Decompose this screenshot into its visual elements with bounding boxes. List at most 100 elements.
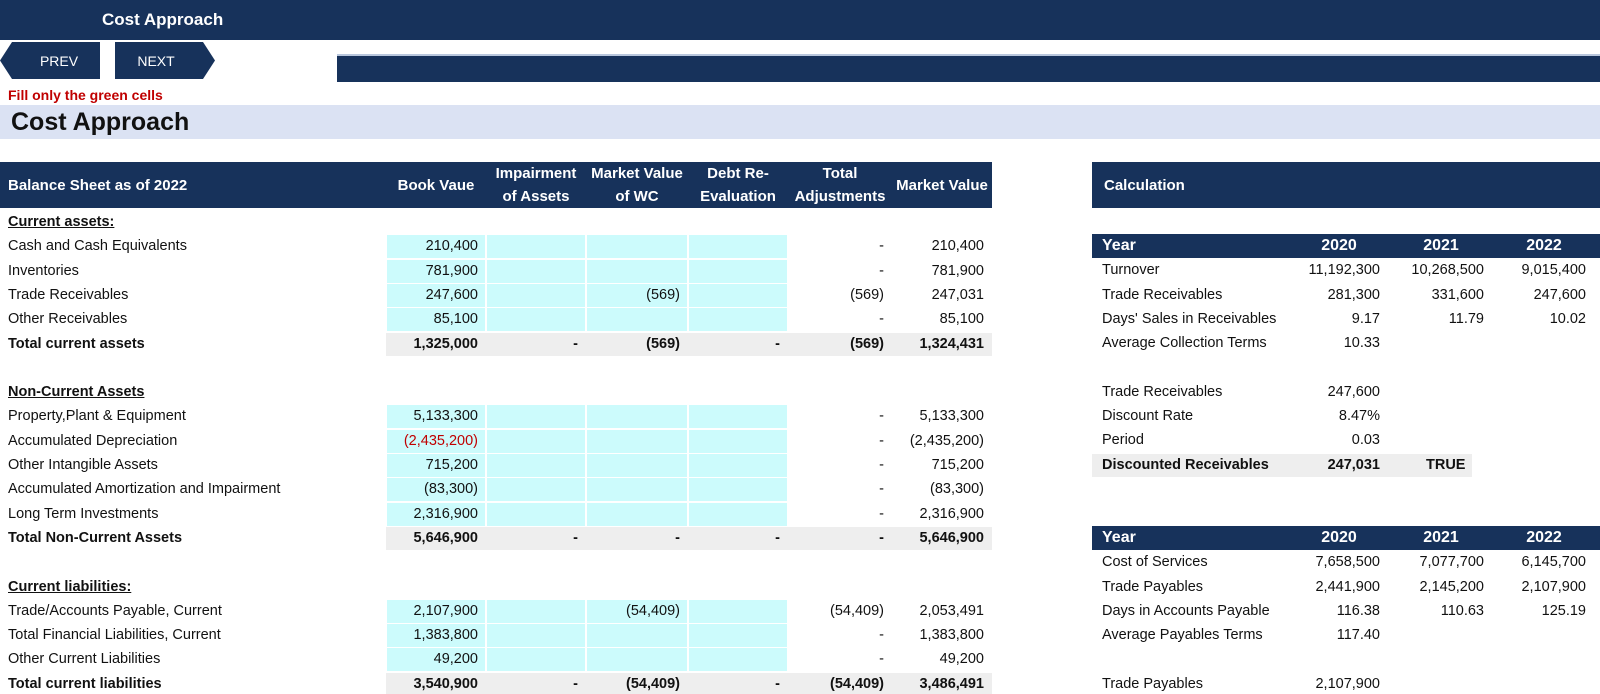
cell-book[interactable]: (83,300) bbox=[386, 477, 478, 501]
calc-title: Calculation bbox=[1104, 177, 1185, 194]
col-header-line: Evaluation bbox=[700, 188, 776, 205]
row-label: Other Receivables bbox=[8, 311, 128, 328]
input-cell-imp[interactable] bbox=[487, 429, 585, 453]
cell-book[interactable]: 85,100 bbox=[386, 307, 478, 331]
col-header-line: Debt Re- bbox=[707, 165, 769, 182]
input-cell-imp[interactable] bbox=[487, 405, 585, 429]
input-cell-imp[interactable] bbox=[487, 648, 585, 672]
cell-book[interactable]: 715,200 bbox=[386, 453, 478, 477]
input-cell-wc[interactable] bbox=[587, 235, 687, 259]
input-cell-debt[interactable] bbox=[689, 259, 787, 283]
cell-mv: 5,646,900 bbox=[919, 529, 984, 546]
input-cell-debt[interactable] bbox=[689, 502, 787, 526]
next-button[interactable]: NEXT bbox=[115, 42, 215, 79]
row-label: Total Financial Liabilities, Current bbox=[8, 627, 221, 644]
title-bar bbox=[0, 0, 1600, 40]
row-label: Current liabilities: bbox=[8, 578, 132, 595]
cell-book[interactable]: 210,400 bbox=[386, 234, 478, 258]
cell-book[interactable]: 49,200 bbox=[386, 647, 478, 671]
input-cell-debt[interactable] bbox=[689, 624, 787, 648]
cell-mv: 49,200 bbox=[939, 651, 984, 668]
input-cell-imp[interactable] bbox=[487, 259, 585, 283]
input-cell-debt[interactable] bbox=[689, 478, 787, 502]
input-cell-debt[interactable] bbox=[689, 235, 787, 259]
input-cell-debt[interactable] bbox=[689, 308, 787, 332]
calc-value: 281,300 bbox=[1327, 286, 1380, 303]
cell-mv: 715,200 bbox=[931, 457, 984, 473]
row-label: Other Intangible Assets bbox=[8, 457, 158, 473]
row-label: Accumulated Depreciation bbox=[8, 432, 178, 449]
year-header: 2022 bbox=[1526, 237, 1562, 254]
calc-value: 125.19 bbox=[1541, 602, 1586, 619]
cell-book[interactable]: 2,107,900 bbox=[386, 599, 478, 623]
row-label: Accumulated Amortization and Impairment bbox=[8, 481, 281, 498]
input-cell-wc[interactable] bbox=[587, 454, 687, 477]
cell-book[interactable]: 1,383,800 bbox=[386, 623, 478, 647]
calc-row-label: Average Collection Terms bbox=[1102, 335, 1267, 352]
cell-imp: - bbox=[573, 335, 578, 352]
calc-value: 7,658,500 bbox=[1315, 554, 1380, 571]
input-cell-wc[interactable] bbox=[587, 259, 687, 283]
input-cell-imp[interactable] bbox=[487, 454, 585, 477]
input-cell-debt[interactable] bbox=[689, 429, 787, 453]
row-label: Inventories bbox=[8, 262, 79, 279]
year-header: 2021 bbox=[1423, 529, 1459, 546]
calc-value: 331,600 bbox=[1431, 286, 1484, 303]
input-cell-debt[interactable] bbox=[689, 454, 787, 477]
col-header-line: of Assets bbox=[502, 188, 570, 205]
cell-book[interactable]: 5,133,300 bbox=[386, 404, 478, 428]
row-label: Non-Current Assets bbox=[8, 384, 145, 401]
input-cell-imp[interactable] bbox=[487, 478, 585, 502]
row-label: Trade Receivables bbox=[8, 286, 129, 303]
calc-value: 0.03 bbox=[1351, 432, 1380, 449]
input-cell-wc[interactable] bbox=[587, 405, 687, 429]
prev-button[interactable]: PREV bbox=[0, 42, 100, 79]
cell-mv: 1,324,431 bbox=[919, 335, 984, 352]
cell-adj: - bbox=[879, 627, 884, 644]
cell-adj: - bbox=[879, 311, 884, 328]
calc-value: 2,107,900 bbox=[1521, 578, 1586, 595]
calc-value: 247,600 bbox=[1327, 383, 1380, 400]
row-label: Current assets: bbox=[8, 214, 115, 230]
section-header-bar bbox=[0, 105, 1600, 139]
input-cell-debt[interactable] bbox=[689, 648, 787, 672]
calc-value: 8.47% bbox=[1338, 408, 1380, 425]
calc-value: 7,077,700 bbox=[1419, 554, 1484, 571]
input-cell-wc[interactable] bbox=[587, 648, 687, 672]
input-cell-imp[interactable] bbox=[487, 502, 585, 526]
cell-book[interactable]: (2,435,200) bbox=[386, 429, 478, 453]
input-cell-wc[interactable] bbox=[587, 502, 687, 526]
input-cell-imp[interactable] bbox=[487, 599, 585, 623]
cell-book[interactable]: 247,600 bbox=[386, 283, 478, 307]
cell-adj: (54,409) bbox=[829, 602, 884, 619]
input-cell-wc[interactable] bbox=[587, 429, 687, 453]
input-cell-imp[interactable] bbox=[487, 283, 585, 307]
page-title: Cost Approach bbox=[11, 108, 190, 136]
input-cell-debt[interactable] bbox=[689, 405, 787, 429]
input-cell-imp[interactable] bbox=[487, 235, 585, 259]
cell-book[interactable]: 781,900 bbox=[386, 259, 478, 283]
year-header: 2021 bbox=[1423, 237, 1459, 254]
input-cell-imp[interactable] bbox=[487, 624, 585, 648]
balance-header: Balance Sheet as of 2022 Book Vaue Impai… bbox=[0, 162, 992, 208]
input-cell-wc[interactable] bbox=[587, 624, 687, 648]
col-header-impairment: Impairment of Assets bbox=[486, 162, 586, 208]
calc-row-label: Trade Receivables bbox=[1102, 286, 1223, 303]
input-cell-wc[interactable] bbox=[587, 478, 687, 502]
input-cell-imp[interactable] bbox=[487, 308, 585, 332]
calc-row-label: Average Payables Terms bbox=[1102, 627, 1263, 644]
cell-mv: 3,486,491 bbox=[919, 675, 984, 692]
input-cell-wc[interactable] bbox=[587, 308, 687, 332]
calc-value: TRUE bbox=[1426, 456, 1466, 473]
input-cell-debt[interactable] bbox=[689, 283, 787, 307]
row-label: Total current liabilities bbox=[8, 675, 162, 692]
cell-wc[interactable]: (569) bbox=[586, 283, 680, 307]
cell-book[interactable]: 2,316,900 bbox=[386, 502, 478, 526]
cell-wc[interactable]: (54,409) bbox=[586, 599, 680, 623]
cell-adj: - bbox=[879, 529, 884, 546]
calc-value: 10,268,500 bbox=[1411, 262, 1484, 279]
col-header-market: Market Value bbox=[896, 177, 988, 194]
row-label: Long Term Investments bbox=[8, 505, 159, 522]
cell-mv: 5,133,300 bbox=[919, 408, 984, 425]
input-cell-debt[interactable] bbox=[689, 599, 787, 623]
